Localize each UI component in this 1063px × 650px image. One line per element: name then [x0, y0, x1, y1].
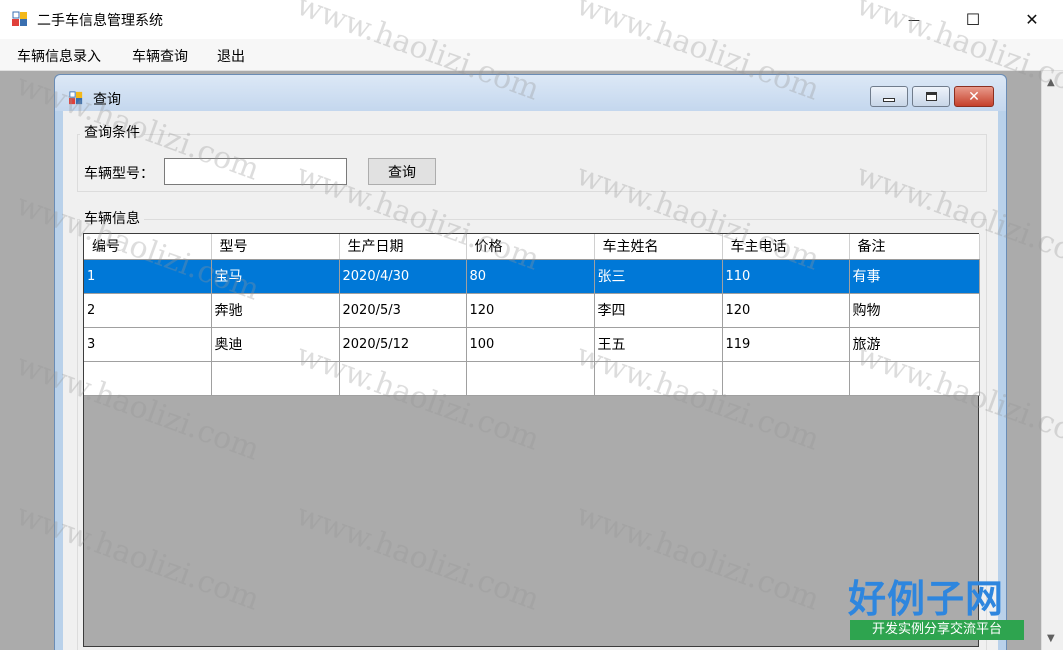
table-cell[interactable]: [849, 361, 980, 396]
table-cell[interactable]: 2020/5/3: [339, 293, 467, 328]
table-cell[interactable]: 旅游: [849, 327, 980, 362]
menu-bar: 车辆信息录入 车辆查询 退出: [0, 39, 1063, 71]
menu-item-exit[interactable]: 退出: [217, 46, 245, 66]
new-row[interactable]: [84, 361, 980, 396]
table-cell[interactable]: 120: [466, 293, 595, 328]
table-row[interactable]: 3 奥迪 2020/5/12 100 王五 119 旅游: [84, 327, 980, 362]
column-header-owner-phone[interactable]: 车主电话: [722, 234, 850, 260]
child-restore-button[interactable]: [912, 86, 950, 107]
title-bar: 二手车信息管理系统 — ☐ ✕: [0, 0, 1063, 39]
query-button[interactable]: 查询: [368, 158, 436, 185]
child-client-area: 查询条件 车辆型号： 查询 车辆信息 编号 型号 生产日期 价格 车主姓名 车主…: [63, 111, 998, 650]
table-row[interactable]: 1 宝马 2020/4/30 80 张三 110 有事: [84, 259, 980, 294]
table-cell[interactable]: 张三: [594, 259, 723, 294]
table-cell[interactable]: [594, 361, 723, 396]
table-cell[interactable]: 2020/5/12: [339, 327, 467, 362]
table-header-row: 编号 型号 生产日期 价格 车主姓名 车主电话 备注: [84, 234, 980, 260]
column-header-production-date[interactable]: 生产日期: [339, 234, 467, 260]
menu-item-vehicle-query[interactable]: 车辆查询: [132, 46, 188, 66]
vertical-scrollbar[interactable]: ▲ ▼: [1041, 71, 1063, 650]
column-header-model[interactable]: 型号: [211, 234, 340, 260]
table-cell[interactable]: 奥迪: [211, 327, 340, 362]
table-cell[interactable]: 2: [84, 293, 212, 328]
minimize-icon: [883, 97, 895, 102]
vehicle-model-input[interactable]: [164, 158, 347, 185]
table-cell[interactable]: 1: [84, 259, 212, 294]
restore-icon: [925, 92, 937, 101]
close-button[interactable]: ✕: [1009, 0, 1055, 39]
table-cell[interactable]: [722, 361, 850, 396]
vehicle-table: 编号 型号 生产日期 价格 车主姓名 车主电话 备注 1 宝马 2020/4/3…: [84, 234, 980, 396]
table-cell[interactable]: 有事: [849, 259, 980, 294]
window-title: 二手车信息管理系统: [37, 13, 163, 29]
maximize-button[interactable]: ☐: [950, 0, 996, 39]
query-conditions-legend: 查询条件: [80, 122, 144, 142]
table-cell[interactable]: 100: [466, 327, 595, 362]
child-window-title: 查询: [93, 92, 121, 108]
table-cell[interactable]: 3: [84, 327, 212, 362]
table-cell[interactable]: 王五: [594, 327, 723, 362]
table-cell[interactable]: [84, 361, 212, 396]
menu-item-vehicle-entry[interactable]: 车辆信息录入: [17, 46, 101, 66]
vehicle-data-grid[interactable]: 编号 型号 生产日期 价格 车主姓名 车主电话 备注 1 宝马 2020/4/3…: [83, 233, 980, 647]
column-header-owner-name[interactable]: 车主姓名: [594, 234, 723, 260]
app-icon: [12, 11, 27, 26]
scroll-up-icon[interactable]: ▲: [1047, 77, 1055, 88]
column-header-remark[interactable]: 备注: [849, 234, 980, 260]
table-cell[interactable]: 宝马: [211, 259, 340, 294]
child-title-bar: 查询 ✕: [55, 75, 1006, 111]
query-child-window: 查询 ✕ 查询条件 车辆型号： 查询 车辆信息 编号 型号 生产日期 价格 车主…: [54, 74, 1007, 650]
minimize-icon: —: [908, 12, 920, 27]
table-cell[interactable]: 119: [722, 327, 850, 362]
child-minimize-button[interactable]: [870, 86, 908, 107]
table-cell[interactable]: [466, 361, 595, 396]
child-app-icon: [69, 91, 83, 105]
table-cell[interactable]: 110: [722, 259, 850, 294]
vehicle-info-legend: 车辆信息: [80, 208, 144, 228]
table-row[interactable]: 2 奔驰 2020/5/3 120 李四 120 购物: [84, 293, 980, 328]
table-cell[interactable]: [339, 361, 467, 396]
close-icon: ✕: [968, 88, 980, 105]
scroll-down-icon[interactable]: ▼: [1047, 633, 1055, 644]
table-cell[interactable]: [211, 361, 340, 396]
table-cell[interactable]: 购物: [849, 293, 980, 328]
maximize-icon: ☐: [965, 10, 981, 29]
table-cell[interactable]: 120: [722, 293, 850, 328]
table-cell[interactable]: 奔驰: [211, 293, 340, 328]
close-icon: ✕: [1025, 10, 1039, 29]
column-header-price[interactable]: 价格: [466, 234, 595, 260]
column-header-id[interactable]: 编号: [84, 234, 212, 260]
child-close-button[interactable]: ✕: [954, 86, 994, 107]
table-cell[interactable]: 2020/4/30: [339, 259, 467, 294]
vehicle-model-label: 车辆型号：: [84, 166, 154, 182]
minimize-button[interactable]: —: [891, 0, 937, 39]
table-cell[interactable]: 李四: [594, 293, 723, 328]
table-cell[interactable]: 80: [466, 259, 595, 294]
